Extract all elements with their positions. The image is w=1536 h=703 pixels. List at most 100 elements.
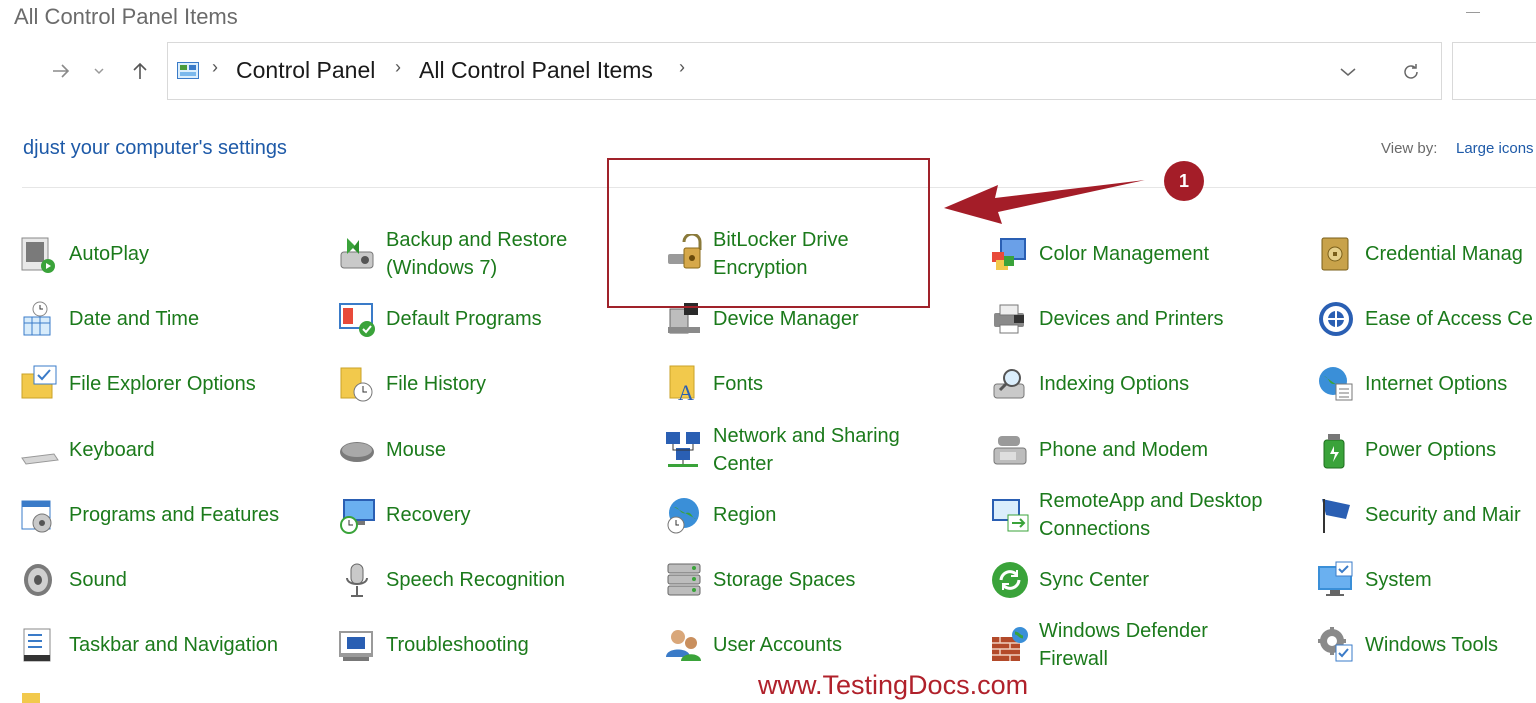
control-panel-item-label[interactable]: Security and Mair — [1365, 501, 1521, 529]
control-panel-item-label[interactable]: Date and Time — [69, 305, 199, 333]
breadcrumb-all-items[interactable]: All Control Panel Items — [419, 57, 653, 84]
programs-features-icon — [20, 495, 60, 535]
control-panel-icon — [177, 62, 199, 79]
control-panel-item-label[interactable]: User Accounts — [713, 631, 842, 659]
arrow-up-icon — [133, 62, 147, 79]
control-panel-item[interactable]: Security and Mair — [1316, 487, 1521, 543]
control-panel-item-label[interactable]: Fonts — [713, 370, 763, 398]
control-panel-item[interactable]: Backup and Restore (Windows 7) — [337, 226, 567, 282]
speech-recognition-icon — [337, 560, 377, 600]
control-panel-item-label[interactable]: System — [1365, 566, 1432, 594]
control-panel-item-label[interactable]: Taskbar and Navigation — [69, 631, 278, 659]
control-panel-item-label[interactable]: AutoPlay — [69, 240, 149, 268]
control-panel-item-label[interactable]: Recovery — [386, 501, 470, 529]
control-panel-item-label[interactable]: Device Manager — [713, 305, 859, 333]
control-panel-item-label[interactable]: File Explorer Options — [69, 370, 256, 398]
control-panel-item[interactable]: Speech Recognition — [337, 552, 565, 608]
control-panel-item-label[interactable]: Ease of Access Ce — [1365, 305, 1533, 333]
control-panel-item[interactable]: Indexing Options — [990, 356, 1189, 412]
control-panel-item[interactable]: Sync Center — [990, 552, 1149, 608]
control-panel-item[interactable]: Credential Manag — [1316, 226, 1523, 282]
control-panel-item[interactable]: Date and Time — [20, 291, 199, 347]
remoteapp-icon — [990, 495, 1030, 535]
control-panel-item-label[interactable]: Windows Defender Firewall — [1039, 617, 1208, 673]
breadcrumb-separator[interactable]: › — [679, 57, 685, 78]
date-time-icon — [20, 299, 60, 339]
address-bar[interactable]: › Control Panel › All Control Panel Item… — [167, 42, 1442, 100]
control-panel-item[interactable]: User Accounts — [664, 617, 842, 673]
control-panel-item-label[interactable]: Internet Options — [1365, 370, 1507, 398]
annotation-arrow — [944, 180, 1145, 224]
storage-spaces-icon — [664, 560, 704, 600]
address-dropdown-button[interactable] — [1333, 58, 1363, 86]
control-panel-item[interactable]: Troubleshooting — [337, 617, 529, 673]
control-panel-item-label[interactable]: RemoteApp and Desktop Connections — [1039, 487, 1262, 543]
file-history-icon — [337, 364, 377, 404]
search-box[interactable] — [1452, 42, 1536, 100]
control-panel-item[interactable]: Sound — [20, 552, 127, 608]
control-panel-item[interactable]: Keyboard — [20, 422, 155, 478]
control-panel-item-label[interactable]: Windows Tools — [1365, 631, 1498, 659]
file-explorer-options-icon — [20, 364, 60, 404]
control-panel-item-label[interactable]: Indexing Options — [1039, 370, 1189, 398]
control-panel-item-label[interactable]: Programs and Features — [69, 501, 279, 529]
control-panel-item-label[interactable]: Storage Spaces — [713, 566, 855, 594]
control-panel-item[interactable]: Devices and Printers — [990, 291, 1224, 347]
step-badge: 1 — [1164, 161, 1204, 201]
recovery-icon — [337, 495, 377, 535]
control-panel-item[interactable]: Windows Tools — [1316, 617, 1498, 673]
control-panel-item[interactable]: A Fonts — [664, 356, 763, 412]
control-panel-item[interactable]: AutoPlay — [20, 226, 149, 282]
control-panel-item[interactable]: Mouse — [337, 422, 446, 478]
mouse-icon — [337, 430, 377, 470]
control-panel-item[interactable]: Storage Spaces — [664, 552, 855, 608]
control-panel-item-label[interactable]: Phone and Modem — [1039, 436, 1208, 464]
breadcrumb-separator[interactable]: › — [212, 57, 218, 78]
control-panel-item-label[interactable]: Power Options — [1365, 436, 1496, 464]
fonts-icon: A — [664, 364, 704, 405]
control-panel-item[interactable]: System — [1316, 552, 1432, 608]
control-panel-item-label[interactable]: Mouse — [386, 436, 446, 464]
control-panel-item[interactable]: Programs and Features — [20, 487, 279, 543]
phone-modem-icon — [990, 430, 1030, 470]
minimize-button[interactable] — [1466, 12, 1480, 13]
windows-tools-icon — [1316, 625, 1356, 665]
control-panel-item-label[interactable]: File History — [386, 370, 486, 398]
control-panel-item[interactable]: Network and Sharing Center — [664, 422, 900, 478]
control-panel-item-label[interactable]: Region — [713, 501, 776, 529]
color-management-icon — [990, 234, 1030, 274]
control-panel-item-label[interactable]: Backup and Restore (Windows 7) — [386, 226, 567, 282]
breadcrumb-separator[interactable]: › — [395, 57, 401, 78]
control-panel-item[interactable]: Windows Defender Firewall — [990, 617, 1208, 673]
breadcrumb-control-panel[interactable]: Control Panel — [236, 57, 375, 84]
control-panel-item[interactable]: Taskbar and Navigation — [20, 617, 278, 673]
chevron-down-icon — [94, 68, 104, 75]
control-panel-item[interactable]: File History — [337, 356, 486, 412]
backup-restore-icon — [337, 234, 377, 274]
control-panel-item[interactable]: Internet Options — [1316, 356, 1507, 412]
control-panel-item-label[interactable]: Network and Sharing Center — [713, 422, 900, 478]
control-panel-item[interactable]: Power Options — [1316, 422, 1496, 478]
control-panel-item-label[interactable]: Keyboard — [69, 436, 155, 464]
view-by-dropdown[interactable]: Large icons — [1456, 140, 1534, 157]
control-panel-item-label[interactable]: Default Programs — [386, 305, 542, 333]
recent-locations-button[interactable] — [84, 56, 114, 86]
up-button[interactable] — [125, 56, 155, 86]
control-panel-item-label[interactable]: Credential Manag — [1365, 240, 1523, 268]
control-panel-item-label[interactable]: Troubleshooting — [386, 631, 529, 659]
control-panel-item-label[interactable]: Devices and Printers — [1039, 305, 1224, 333]
refresh-button[interactable] — [1396, 58, 1426, 86]
control-panel-item[interactable]: Phone and Modem — [990, 422, 1208, 478]
control-panel-item-label[interactable]: Sound — [69, 566, 127, 594]
control-panel-item-label[interactable]: Color Management — [1039, 240, 1209, 268]
control-panel-item[interactable]: File Explorer Options — [20, 356, 256, 412]
forward-button[interactable] — [46, 56, 76, 86]
control-panel-item[interactable]: RemoteApp and Desktop Connections — [990, 487, 1262, 543]
control-panel-item-label[interactable]: Sync Center — [1039, 566, 1149, 594]
control-panel-item-label[interactable]: Speech Recognition — [386, 566, 565, 594]
control-panel-item[interactable]: Region — [664, 487, 776, 543]
control-panel-item[interactable]: Ease of Access Ce — [1316, 291, 1533, 347]
control-panel-item[interactable]: Color Management — [990, 226, 1209, 282]
control-panel-item[interactable]: Default Programs — [337, 291, 542, 347]
control-panel-item[interactable]: Recovery — [337, 487, 470, 543]
